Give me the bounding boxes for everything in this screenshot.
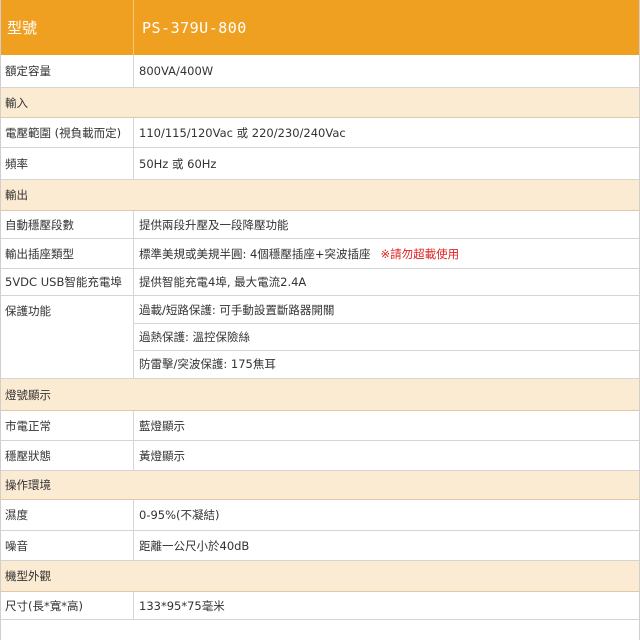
avr-status-row: 穩壓狀態 黃燈顯示 [1, 441, 639, 471]
size-row: 尺寸(長*寬*高) 133*95*75毫米 [1, 592, 639, 620]
section-indicator: 燈號顯示 [1, 379, 639, 411]
usb-label: 5VDC USB智能充電埠 [1, 269, 134, 295]
utility-value: 藍燈顯示 [139, 418, 185, 433]
utility-label: 市電正常 [1, 411, 134, 440]
voltage-label: 電壓範圍 (視負載而定) [1, 118, 134, 147]
section-environment: 操作環境 [1, 471, 639, 500]
voltage-value: 110/115/120Vac 或 220/230/240Vac [139, 125, 346, 140]
frequency-row: 頻率 50Hz 或 60Hz [1, 148, 639, 180]
protection-overheat: 過熱保護: 溫控保險絲 [134, 323, 639, 350]
avr-status-value: 黃燈顯示 [139, 448, 185, 463]
section-output: 輸出 [1, 180, 639, 211]
noise-row: 噪音 距離一公尺小於40dB [1, 531, 639, 561]
outlet-type-row: 輸出插座類型 標準美規或美規半圓: 4個穩壓插座+突波插座 ※請勿超載使用 [1, 239, 639, 269]
usb-value: 提供智能充電4埠, 最大電流2.4A [139, 275, 307, 289]
usb-row: 5VDC USB智能充電埠 提供智能充電4埠, 最大電流2.4A [1, 269, 639, 296]
rated-capacity-row: 額定容量 800VA/400W [1, 55, 639, 88]
protection-surge: 防雷擊/突波保護: 175焦耳 [134, 350, 639, 377]
frequency-value: 50Hz 或 60Hz [139, 156, 217, 171]
outlet-type-text: 標準美規或美規半圓: 4個穩壓插座+突波插座 [139, 246, 371, 261]
protection-label: 保護功能 [1, 296, 134, 378]
model-label: 型號 [1, 0, 134, 55]
model-value: PS-379U-800 [142, 18, 247, 37]
frequency-label: 頻率 [1, 148, 134, 179]
section-appearance: 機型外觀 [1, 561, 639, 592]
humidity-label: 濕度 [1, 500, 134, 530]
utility-row: 市電正常 藍燈顯示 [1, 411, 639, 441]
avr-steps-label: 自動穩壓段數 [1, 211, 134, 238]
rated-capacity-value: 800VA/400W [139, 64, 214, 78]
noise-label: 噪音 [1, 531, 134, 560]
outlet-type-label: 輸出插座類型 [1, 239, 134, 268]
voltage-row: 電壓範圍 (視負載而定) 110/115/120Vac 或 220/230/24… [1, 118, 639, 148]
model-header-row: 型號 PS-379U-800 [1, 0, 639, 55]
avr-status-label: 穩壓狀態 [1, 441, 134, 470]
protection-overload: 過載/短路保護: 可手動設置斷路器開關 [139, 302, 335, 317]
outlet-type-value: 標準美規或美規半圓: 4個穩壓插座+突波插座 ※請勿超載使用 [134, 239, 459, 268]
protection-row: 保護功能 過載/短路保護: 可手動設置斷路器開關 過熱保護: 溫控保險絲 防雷擊… [1, 296, 639, 379]
humidity-row: 濕度 0-95%(不凝結) [1, 500, 639, 531]
rated-capacity-label: 額定容量 [1, 55, 134, 87]
size-label: 尺寸(長*寬*高) [1, 592, 134, 619]
overload-warning: ※請勿超載使用 [380, 246, 460, 261]
section-input: 輸入 [1, 88, 639, 118]
avr-steps-row: 自動穩壓段數 提供兩段升壓及一段降壓功能 [1, 211, 639, 239]
size-value: 133*95*75毫米 [139, 598, 225, 613]
noise-value: 距離一公尺小於40dB [139, 538, 250, 553]
humidity-value: 0-95%(不凝結) [139, 508, 220, 522]
protection-list: 過載/短路保護: 可手動設置斷路器開關 過熱保護: 溫控保險絲 防雷擊/突波保護… [134, 296, 639, 378]
spec-table: 型號 PS-379U-800 額定容量 800VA/400W 輸入 電壓範圍 (… [0, 0, 640, 640]
avr-steps-value: 提供兩段升壓及一段降壓功能 [139, 217, 289, 232]
